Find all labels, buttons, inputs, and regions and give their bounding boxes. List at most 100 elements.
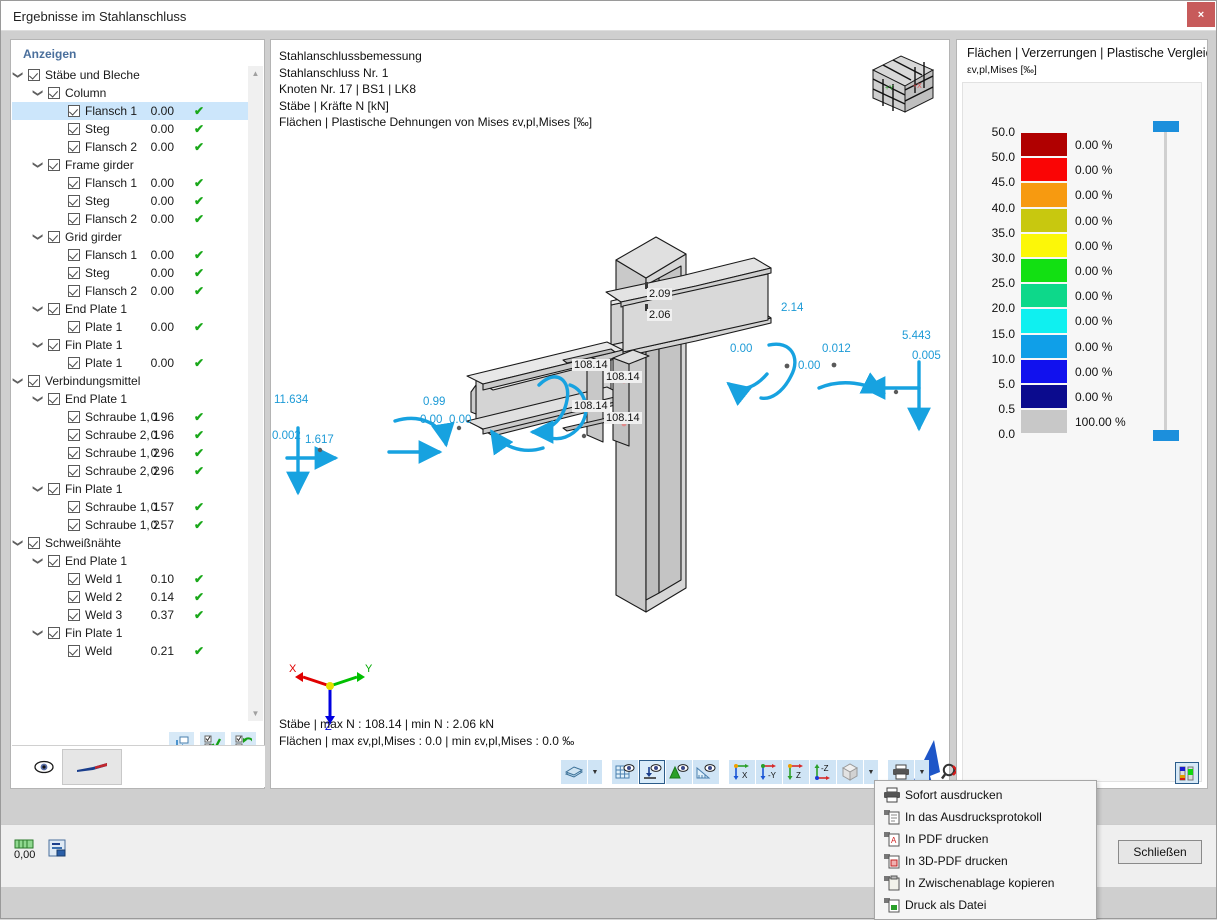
- legend-color-swatch[interactable]: [1021, 410, 1067, 434]
- tree-item-checkbox[interactable]: [48, 87, 60, 99]
- legend-color-swatch[interactable]: [1021, 133, 1067, 157]
- support-visibility-button[interactable]: [639, 760, 665, 784]
- tree-item-schraube-2-2[interactable]: Schraube 2, 2 0.96 ✔: [12, 462, 248, 480]
- legend-color-swatch[interactable]: [1021, 233, 1067, 257]
- tree-item-checkbox[interactable]: [68, 429, 80, 441]
- tree-item-fin-plate-1[interactable]: ❯ Fin Plate 1: [12, 336, 248, 354]
- tree-item-checkbox[interactable]: [48, 393, 60, 405]
- tree-item-st-be-und-bleche[interactable]: ❯ Stäbe und Bleche: [12, 66, 248, 84]
- chevron-down-icon[interactable]: ❯: [28, 392, 46, 406]
- legend-color-swatch[interactable]: [1021, 284, 1067, 308]
- tree-item-checkbox[interactable]: [68, 645, 80, 657]
- tree-item-flansch-2[interactable]: Flansch 2 0.00 ✔: [12, 138, 248, 156]
- tree-item-flansch-1[interactable]: Flansch 1 0.00 ✔: [12, 102, 248, 120]
- view-in-y-button[interactable]: -Y: [756, 760, 782, 784]
- legend-color-swatch[interactable]: [1021, 259, 1067, 283]
- print-context-menu[interactable]: Sofort ausdrucken In das Ausdrucksprotoko…: [874, 780, 1097, 920]
- tree-item-plate-1[interactable]: Plate 1 0.00 ✔: [12, 354, 248, 372]
- tree-item-steg[interactable]: Steg 0.00 ✔: [12, 264, 248, 282]
- tree-item-checkbox[interactable]: [68, 141, 80, 153]
- tree-item-checkbox[interactable]: [68, 447, 80, 459]
- tree-item-schraube-1-2[interactable]: Schraube 1, 2 0.57 ✔: [12, 516, 248, 534]
- tree-item-verbindungsmittel[interactable]: ❯ Verbindungsmittel: [12, 372, 248, 390]
- legend-color-swatch[interactable]: [1021, 359, 1067, 383]
- tree-item-fin-plate-1[interactable]: ❯ Fin Plate 1: [12, 624, 248, 642]
- tree-item-column[interactable]: ❯ Column: [12, 84, 248, 102]
- tree-item-checkbox[interactable]: [48, 303, 60, 315]
- legend-slider-handle-min[interactable]: [1153, 430, 1179, 441]
- tree-item-checkbox[interactable]: [48, 159, 60, 171]
- tree-item-flansch-1[interactable]: Flansch 1 0.00 ✔: [12, 246, 248, 264]
- legend-settings-button[interactable]: [1175, 762, 1199, 784]
- tree-item-checkbox[interactable]: [68, 123, 80, 135]
- tree-item-checkbox[interactable]: [48, 339, 60, 351]
- tree-item-checkbox[interactable]: [48, 483, 60, 495]
- tree-item-weld[interactable]: Weld 0.21 ✔: [12, 642, 248, 660]
- context-menu-item-in-zwischenablage-kopieren[interactable]: In Zwischenablage kopieren: [875, 872, 1096, 894]
- chevron-down-icon[interactable]: ❯: [28, 230, 46, 244]
- render-mode-dropdown[interactable]: ▼: [588, 760, 602, 784]
- tree-item-checkbox[interactable]: [48, 231, 60, 243]
- chevron-down-icon[interactable]: ❯: [28, 86, 46, 100]
- tree-item-end-plate-1[interactable]: ❯ End Plate 1: [12, 390, 248, 408]
- legend-slider-track[interactable]: [1164, 129, 1167, 439]
- model-view-panel[interactable]: Stahlanschlussbemessung Stahlanschluss N…: [270, 39, 962, 789]
- tree-item-checkbox[interactable]: [28, 537, 40, 549]
- tree-item-checkbox[interactable]: [68, 177, 80, 189]
- tree-item-checkbox[interactable]: [68, 411, 80, 423]
- close-dialog-button[interactable]: Schließen: [1118, 840, 1202, 864]
- legend-color-swatch[interactable]: [1021, 183, 1067, 207]
- tree-item-checkbox[interactable]: [68, 573, 80, 585]
- view-in-x-button[interactable]: X: [729, 760, 755, 784]
- tree-item-frame-girder[interactable]: ❯ Frame girder: [12, 156, 248, 174]
- load-visibility-button[interactable]: [666, 760, 692, 784]
- tree-item-checkbox[interactable]: [68, 519, 80, 531]
- tree-item-checkbox[interactable]: [68, 267, 80, 279]
- tree-item-checkbox[interactable]: [48, 627, 60, 639]
- tab-display[interactable]: [21, 749, 67, 785]
- print-report-button[interactable]: [45, 837, 71, 861]
- context-menu-item-in-pdf-drucken[interactable]: A In PDF drucken: [875, 828, 1096, 850]
- tree-item-fin-plate-1[interactable]: ❯ Fin Plate 1: [12, 480, 248, 498]
- tree-item-plate-1[interactable]: Plate 1 0.00 ✔: [12, 318, 248, 336]
- tree-item-checkbox[interactable]: [68, 249, 80, 261]
- tree-item-checkbox[interactable]: [28, 69, 40, 81]
- context-menu-item-in-das-ausdrucksprotokoll[interactable]: In das Ausdrucksprotokoll: [875, 806, 1096, 828]
- chevron-down-icon[interactable]: ❯: [12, 374, 26, 388]
- numeric-values-button[interactable]: 0,00: [11, 837, 37, 861]
- component-tree[interactable]: ❯ Stäbe und Bleche ❯ Column Flansch 1 0.00 ✔ St…: [12, 66, 248, 721]
- tree-item-weld-1[interactable]: Weld 1 0.10 ✔: [12, 570, 248, 588]
- chevron-down-icon[interactable]: ❯: [12, 536, 26, 550]
- tree-item-steg[interactable]: Steg 0.00 ✔: [12, 120, 248, 138]
- tree-item-checkbox[interactable]: [68, 105, 80, 117]
- view-in-minus-z-button[interactable]: -Z: [810, 760, 836, 784]
- tree-item-end-plate-1[interactable]: ❯ End Plate 1: [12, 552, 248, 570]
- close-window-button[interactable]: ×: [1187, 2, 1215, 27]
- context-menu-item-in-3d-pdf-drucken[interactable]: In 3D-PDF drucken: [875, 850, 1096, 872]
- dimension-visibility-button[interactable]: [693, 760, 719, 784]
- chevron-down-icon[interactable]: ❯: [28, 626, 46, 640]
- tree-item-flansch-2[interactable]: Flansch 2 0.00 ✔: [12, 282, 248, 300]
- tree-item-flansch-1[interactable]: Flansch 1 0.00 ✔: [12, 174, 248, 192]
- tab-results[interactable]: [62, 749, 122, 785]
- chevron-down-icon[interactable]: ❯: [28, 338, 46, 352]
- chevron-down-icon[interactable]: ❯: [28, 554, 46, 568]
- tree-item-schraube-1-2[interactable]: Schraube 1, 2 0.96 ✔: [12, 444, 248, 462]
- scroll-down-icon[interactable]: ▼: [248, 706, 263, 721]
- tree-item-checkbox[interactable]: [68, 213, 80, 225]
- tree-scrollbar[interactable]: ▲ ▼: [248, 66, 263, 721]
- legend-color-swatch[interactable]: [1021, 158, 1067, 182]
- isometric-view-button[interactable]: [837, 760, 863, 784]
- context-menu-item-sofort-ausdrucken[interactable]: Sofort ausdrucken: [875, 784, 1096, 806]
- tree-item-checkbox[interactable]: [68, 501, 80, 513]
- tree-item-checkbox[interactable]: [68, 591, 80, 603]
- tree-item-schraube-1-1[interactable]: Schraube 1, 1 0.96 ✔: [12, 408, 248, 426]
- legend-color-swatch[interactable]: [1021, 385, 1067, 409]
- tree-item-checkbox[interactable]: [68, 609, 80, 621]
- tree-item-grid-girder[interactable]: ❯ Grid girder: [12, 228, 248, 246]
- context-menu-item-druck-als-datei[interactable]: Druck als Datei: [875, 894, 1096, 916]
- grid-visibility-button[interactable]: [612, 760, 638, 784]
- tree-item-checkbox[interactable]: [68, 195, 80, 207]
- tree-item-flansch-2[interactable]: Flansch 2 0.00 ✔: [12, 210, 248, 228]
- scroll-up-icon[interactable]: ▲: [248, 66, 263, 81]
